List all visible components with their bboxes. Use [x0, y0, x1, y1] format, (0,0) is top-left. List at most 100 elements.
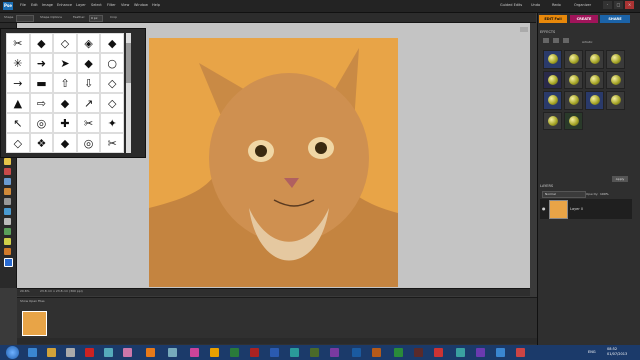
feather-field[interactable]: 0 px [89, 15, 103, 22]
effect-thumb[interactable] [606, 91, 625, 110]
firefox-icon[interactable] [146, 348, 155, 357]
effect-thumb[interactable] [606, 50, 625, 69]
filters-icon[interactable] [543, 38, 549, 43]
effect-thumb[interactable] [606, 70, 625, 89]
guided-edits-link[interactable]: Guided Edits [500, 3, 522, 7]
app-icon[interactable] [456, 348, 465, 357]
photo-effects-icon[interactable] [563, 38, 569, 43]
menu-select[interactable]: Select [91, 3, 102, 7]
clock-time[interactable]: 08:52 [607, 347, 617, 351]
pencil-tool-icon[interactable] [4, 158, 11, 165]
redo-link[interactable]: Redo [552, 3, 561, 7]
text-tool-icon[interactable] [4, 238, 11, 245]
shape-swatch[interactable]: ◇ [6, 133, 30, 153]
app-icon[interactable] [516, 348, 525, 357]
access-icon[interactable] [250, 348, 259, 357]
tab-edit-full[interactable]: EDIT Full [539, 15, 567, 23]
blend-mode-select[interactable]: Normal [542, 191, 586, 198]
shape-scroll-thumb[interactable] [126, 43, 131, 83]
brush-tool-icon[interactable] [4, 168, 11, 175]
menu-file[interactable]: File [20, 3, 26, 7]
close-button[interactable]: × [625, 1, 634, 9]
shape-swatch[interactable]: ○ [100, 53, 124, 73]
photoshop-icon[interactable] [352, 348, 361, 357]
menu-window[interactable]: Window [134, 3, 148, 7]
menu-enhance[interactable]: Enhance [57, 3, 72, 7]
effect-thumb[interactable] [585, 91, 604, 110]
maximize-button[interactable]: □ [614, 1, 623, 9]
layer-name[interactable]: Layer 0 [570, 207, 583, 211]
illustrator-icon[interactable] [414, 348, 423, 357]
gradient-tool-icon[interactable] [4, 198, 11, 205]
effect-thumb[interactable] [564, 70, 583, 89]
acrobat-icon[interactable] [85, 348, 94, 357]
shape-swatch[interactable]: ➜ [29, 53, 54, 73]
shape-swatch[interactable]: ◆ [76, 53, 101, 73]
shape-swatch[interactable]: ↗ [76, 93, 101, 113]
shape-swatch[interactable]: ◇ [53, 33, 77, 53]
shape-swatch[interactable]: ◇ [100, 93, 124, 113]
app-icon[interactable] [434, 348, 443, 357]
powerpoint-icon[interactable] [372, 348, 381, 357]
bin-show-open-files[interactable]: Show Open Files [20, 299, 45, 303]
shape-swatch[interactable]: ▬ [29, 73, 54, 93]
shape-swatch[interactable]: ✳ [6, 53, 30, 73]
eraser-tool-icon[interactable] [4, 178, 11, 185]
hand-tool-icon[interactable] [4, 248, 11, 255]
shape-swatch[interactable]: ▲ [6, 93, 30, 113]
shape-swatch[interactable]: → [6, 73, 30, 93]
bin-thumbnail[interactable] [22, 311, 47, 336]
shape-options-label[interactable]: Shape Options [40, 15, 62, 19]
shape-swatch[interactable]: ✦ [100, 113, 124, 133]
visual-studio-icon[interactable] [476, 348, 485, 357]
shape-swatch[interactable]: ◆ [100, 33, 124, 53]
app-icon[interactable] [290, 348, 299, 357]
clock-date[interactable]: 01/07/2013 [607, 352, 627, 356]
shape-swatch[interactable]: ↖ [6, 113, 30, 133]
tab-create[interactable]: CREATE [570, 15, 598, 23]
shape-swatch[interactable]: ◇ [100, 73, 124, 93]
language-indicator[interactable]: ENG [588, 350, 596, 354]
organizer-link[interactable]: Organizer [574, 3, 591, 7]
onenote-icon[interactable] [330, 348, 339, 357]
menu-view[interactable]: View [121, 3, 129, 7]
effect-thumb[interactable] [543, 50, 562, 69]
excel-icon[interactable] [230, 348, 239, 357]
shape-swatch[interactable]: ✂ [76, 113, 101, 133]
minimize-button[interactable]: - [603, 1, 612, 9]
shape-swatch[interactable]: ⇩ [76, 73, 101, 93]
shape-swatch[interactable]: ⇨ [29, 93, 54, 113]
layer-styles-icon[interactable] [553, 38, 559, 43]
menu-filter[interactable]: Filter [107, 3, 116, 7]
effect-thumb[interactable] [543, 111, 562, 130]
crop-button[interactable]: Crop [110, 15, 117, 19]
tab-share[interactable]: SHARE [600, 15, 630, 23]
shape-swatch[interactable]: ❖ [29, 133, 54, 153]
effect-thumb[interactable] [564, 50, 583, 69]
document-tab[interactable] [520, 27, 528, 32]
media-icon[interactable] [66, 348, 75, 357]
app-icon[interactable] [496, 348, 505, 357]
excel-icon[interactable] [394, 348, 403, 357]
shape-swatch[interactable]: ✚ [53, 113, 77, 133]
shape-swatch[interactable]: ◆ [53, 93, 77, 113]
dreamweaver-icon[interactable] [310, 348, 319, 357]
shape-swatch[interactable]: ✂ [100, 133, 124, 153]
apply-button[interactable]: Apply [612, 176, 628, 182]
shape-swatch[interactable]: ➤ [53, 53, 77, 73]
app-icon[interactable] [104, 348, 113, 357]
effect-thumb[interactable] [585, 70, 604, 89]
opacity-field[interactable]: 100% [600, 192, 609, 196]
shape-picker[interactable] [16, 15, 34, 22]
blur-tool-icon[interactable] [4, 218, 11, 225]
bucket-tool-icon[interactable] [4, 188, 11, 195]
effect-thumb[interactable] [543, 91, 562, 110]
shape-swatch[interactable]: ◈ [76, 33, 101, 53]
shape-swatch[interactable]: ✂ [6, 33, 30, 53]
sponge-tool-icon[interactable] [4, 228, 11, 235]
effect-thumb[interactable] [585, 50, 604, 69]
foreground-color-icon[interactable] [4, 258, 13, 267]
effect-thumb[interactable] [564, 91, 583, 110]
app-icon[interactable] [123, 348, 132, 357]
shape-swatch[interactable]: ◆ [29, 33, 54, 53]
